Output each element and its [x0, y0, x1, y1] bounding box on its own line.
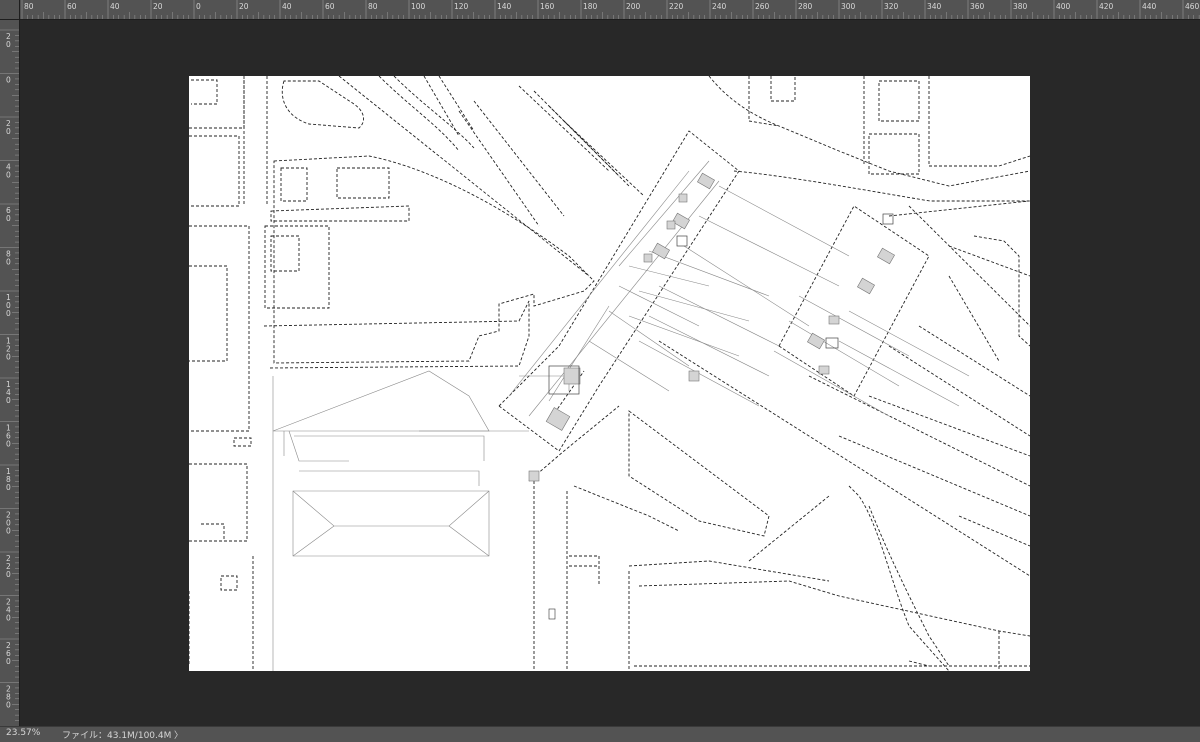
- ruler-top-label: 80: [368, 2, 378, 11]
- status-menu-arrow-icon[interactable]: 〉: [174, 728, 183, 741]
- ruler-top-label: 20: [239, 2, 249, 11]
- document-canvas[interactable]: [188, 75, 1031, 672]
- ruler-vertical[interactable]: 2002040608010012014016018020022024026028…: [0, 20, 20, 726]
- ruler-left-label-char: 0: [6, 396, 11, 405]
- ruler-top-label: 360: [970, 2, 985, 11]
- ruler-top-label: 440: [1142, 2, 1157, 11]
- ruler-top-label: 100: [411, 2, 426, 11]
- ruler-top-label: 40: [110, 2, 120, 11]
- vehicle-marker: [548, 608, 556, 620]
- ruler-left-label-char: 0: [6, 483, 11, 492]
- ruler-left-label-char: 0: [6, 657, 11, 666]
- ruler-left-label-char: 0: [6, 309, 11, 318]
- ruler-top-label: 320: [884, 2, 899, 11]
- ruler-left-label-char: 0: [6, 127, 11, 136]
- ruler-left-label-char: 0: [6, 258, 11, 267]
- ruler-origin-corner[interactable]: [0, 0, 20, 20]
- ruler-horizontal-ticks: 80 60 40 20 0 20 40 60 80 100 120 140 160 180 200 220 24…: [21, 0, 1200, 19]
- zoom-level[interactable]: 23.57%: [6, 728, 40, 738]
- ruler-top-label: 260: [755, 2, 770, 11]
- site-plan-drawing: [188, 75, 1031, 672]
- ruler-top-label: 120: [454, 2, 469, 11]
- ruler-top-label: 240: [712, 2, 727, 11]
- ruler-left-label-char: 0: [6, 76, 11, 85]
- ruler-top-label: 160: [540, 2, 555, 11]
- ruler-top-label: 400: [1056, 2, 1071, 11]
- ruler-left-label-char: 0: [6, 171, 11, 180]
- status-bar: 23.57% ファイル：43.1M/100.4M 〉: [0, 726, 1200, 742]
- ruler-top-label: 340: [927, 2, 942, 11]
- ruler-top-label: 80: [24, 2, 34, 11]
- ruler-top-label: 60: [325, 2, 335, 11]
- ruler-top-label: 60: [67, 2, 77, 11]
- ruler-left-label-char: 0: [6, 40, 11, 49]
- ruler-top-label: 280: [798, 2, 813, 11]
- ruler-top-label: 40: [282, 2, 292, 11]
- file-size-info[interactable]: ファイル：43.1M/100.4M: [62, 728, 171, 741]
- ruler-top-label: 140: [497, 2, 512, 11]
- ruler-left-label-char: 0: [6, 570, 11, 579]
- ruler-vertical-ticks: 2002040608010012014016018020022024026028…: [0, 29, 19, 721]
- ruler-top-label: 0: [196, 2, 201, 11]
- ruler-left-label-char: 0: [6, 440, 11, 449]
- ruler-top-label: 20: [153, 2, 163, 11]
- ruler-horizontal[interactable]: 80 60 40 20 0 20 40 60 80 100 120 140 160 180 200 220 24…: [0, 0, 1200, 20]
- ruler-left-label-char: 0: [6, 614, 11, 623]
- ruler-left-label-char: 0: [6, 527, 11, 536]
- ruler-top-label: 220: [669, 2, 684, 11]
- ruler-top-label: 460: [1185, 2, 1200, 11]
- ruler-top-label: 300: [841, 2, 856, 11]
- ruler-top-label: 380: [1013, 2, 1028, 11]
- ruler-left-label-char: 0: [6, 701, 11, 710]
- ruler-left-label-char: 0: [6, 214, 11, 223]
- ruler-top-label: 420: [1099, 2, 1114, 11]
- ruler-top-label: 180: [583, 2, 598, 11]
- ruler-left-label-char: 0: [6, 353, 11, 362]
- ruler-top-label: 200: [626, 2, 641, 11]
